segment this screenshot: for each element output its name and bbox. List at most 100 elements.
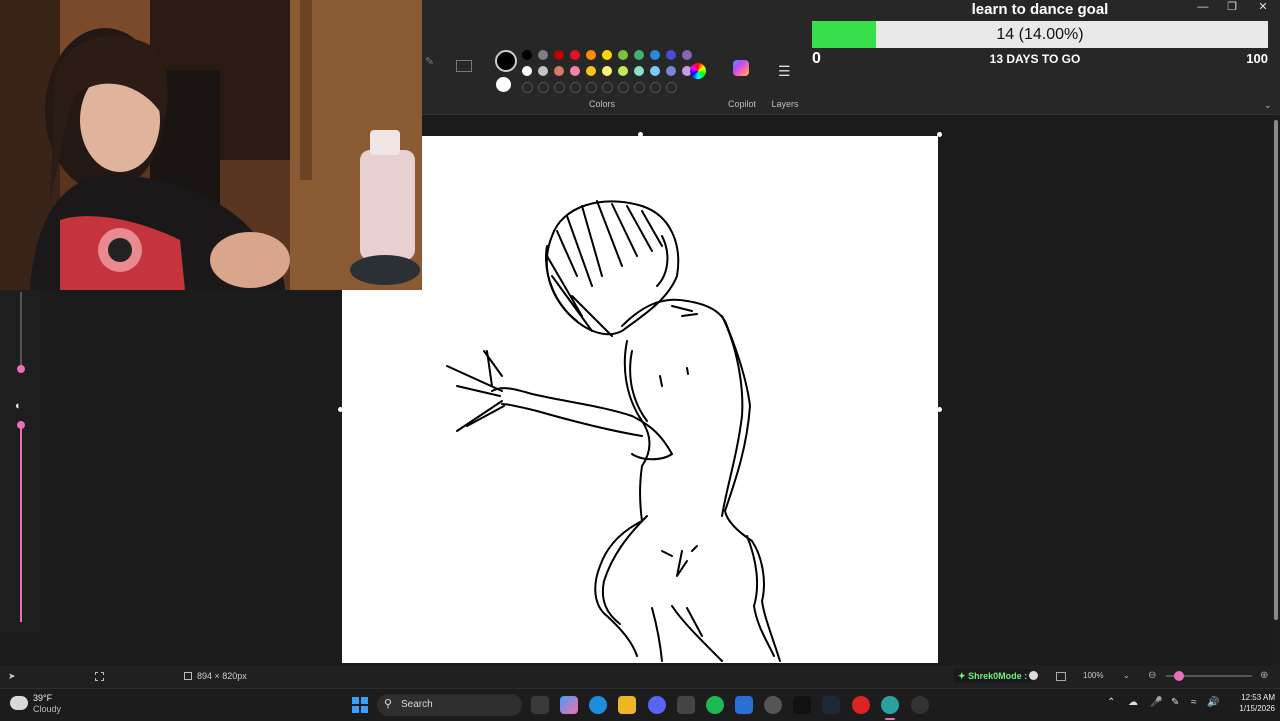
windows-start-icon[interactable] [352,697,368,713]
copilot-icon[interactable] [733,60,749,76]
collapse-ribbon-chevron-icon[interactable]: ⌄ [1264,100,1272,111]
zoom-select[interactable]: 100% ⌄ [1077,669,1145,683]
goal-progress-bar: 14 (14.00%) [812,21,1268,48]
empty-color-slot[interactable] [570,82,581,93]
empty-color-slot[interactable] [634,82,645,93]
opacity-icon: ◐ [15,400,22,412]
empty-color-slot[interactable] [618,82,629,93]
file-explorer-icon[interactable] [618,696,636,714]
microphone-icon[interactable]: 🎤 [1150,697,1162,708]
stream-tag: ✦ Shrek0Mode : [954,669,1032,683]
taskbar-search-box[interactable]: ⚲ Search [377,694,522,716]
drawing-canvas[interactable] [342,136,938,663]
clock-time[interactable]: 12:53 AM [1225,693,1275,702]
color-swatch[interactable] [634,66,644,76]
weather-temperature[interactable]: 39°F [33,693,52,703]
copilot-label[interactable]: Copilot [721,99,763,109]
mail-icon[interactable] [735,696,753,714]
opacity-slider-track[interactable] [20,422,22,622]
canvas-size-icon [184,672,192,680]
empty-color-slot[interactable] [538,82,549,93]
canvas-resize-handle-top-right[interactable] [937,132,942,137]
size-slider-thumb[interactable] [17,365,25,373]
empty-color-slot[interactable] [586,82,597,93]
volume-icon[interactable]: 🔊 [1207,697,1219,708]
color-swatch[interactable] [618,66,628,76]
empty-color-slot[interactable] [522,82,533,93]
color-swatch[interactable] [666,50,676,60]
primary-color-swatch[interactable] [495,50,517,72]
layers-icon[interactable]: ☰ [778,63,791,80]
zoom-slider-thumb[interactable] [1174,671,1184,681]
color-swatch[interactable] [650,50,660,60]
color-swatch[interactable] [538,66,548,76]
color-swatch[interactable] [538,50,548,60]
color-swatch[interactable] [586,66,596,76]
goal-days-left: 13 DAYS TO GO [989,52,1081,66]
empty-color-slot[interactable] [554,82,565,93]
color-swatch[interactable] [682,50,692,60]
color-swatch[interactable] [570,50,580,60]
secondary-color-swatch[interactable] [496,77,511,92]
zoom-in-icon[interactable]: ⊕ [1260,670,1268,681]
fit-to-window-icon[interactable] [1056,672,1066,681]
color-palette [522,50,692,94]
discord-icon[interactable] [648,696,666,714]
paint-icon[interactable] [881,696,899,714]
goal-title: learn to dance goal [971,1,1109,18]
color-swatch[interactable] [650,66,660,76]
empty-color-slot[interactable] [602,82,613,93]
webcam-overlay [0,0,422,290]
brush-icon[interactable]: ✎ [425,55,434,68]
canvas-resize-handle-left[interactable] [338,407,343,412]
sparkle-icon: ✦ [958,671,966,681]
color-swatch[interactable] [522,50,532,60]
color-swatch[interactable] [666,66,676,76]
colors-label: Colors [588,99,615,109]
obs-icon[interactable] [764,696,782,714]
stream-tag-text: Shrek0Mode : [968,671,1028,681]
goal-min-value: 0 [812,50,821,67]
pointer-icon: ➤ [8,671,16,681]
spotify-icon[interactable] [706,696,724,714]
task-view-icon[interactable] [531,696,549,714]
wifi-icon[interactable]: ≈ [1191,697,1197,708]
edit-colors-icon[interactable] [690,63,706,79]
media-player-icon[interactable] [911,696,929,714]
edge-icon[interactable] [589,696,607,714]
shapes-icon[interactable] [456,60,472,72]
weather-condition[interactable]: Cloudy [33,704,61,714]
clock-date[interactable]: 1/15/2026 [1225,704,1275,713]
search-icon: ⚲ [384,698,393,710]
empty-color-slot[interactable] [650,82,661,93]
tray-overflow-chevron-icon[interactable]: ⌃ [1107,697,1115,708]
selection-size-icon [95,672,104,681]
canvas-resize-handle-top[interactable] [638,132,643,137]
color-swatch[interactable] [586,50,596,60]
vertical-scrollbar-thumb[interactable] [1274,120,1278,620]
opera-icon[interactable] [852,696,870,714]
opacity-slider-thumb[interactable] [17,421,25,429]
canvas-resize-handle-right[interactable] [937,407,942,412]
microsoft-store-icon[interactable] [677,696,695,714]
steam-icon[interactable] [822,696,840,714]
size-slider-track[interactable] [20,292,22,370]
layers-label[interactable]: Layers [765,99,805,109]
empty-color-slot[interactable] [666,82,677,93]
color-swatch[interactable] [554,50,564,60]
color-swatch[interactable] [554,66,564,76]
color-swatch[interactable] [602,66,612,76]
zoom-out-icon[interactable]: ⊖ [1148,670,1156,681]
pen-icon[interactable]: ✎ [1171,697,1179,708]
color-swatch[interactable] [570,66,580,76]
weather-cloud-icon[interactable] [10,696,28,710]
color-swatch[interactable] [522,66,532,76]
tiktok-icon[interactable] [793,696,811,714]
color-swatch[interactable] [618,50,628,60]
copilot-taskbar-icon[interactable] [560,696,578,714]
onedrive-icon[interactable]: ☁ [1128,697,1138,708]
color-swatch[interactable] [602,50,612,60]
color-swatch[interactable] [634,50,644,60]
canvas-size-text: 894 × 820px [197,671,247,681]
search-placeholder: Search [401,699,433,710]
